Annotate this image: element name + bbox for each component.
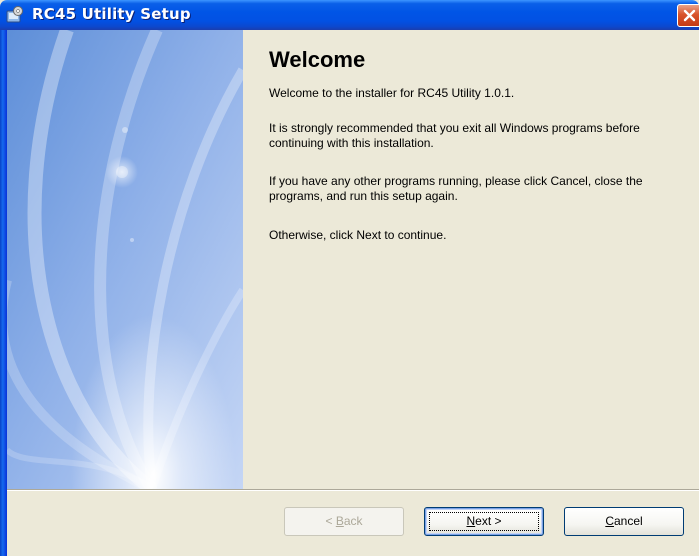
back-button[interactable]: < Back [284, 507, 404, 536]
cancel-instruction-text: If you have any other programs running, … [269, 174, 643, 203]
setup-app-icon [6, 6, 24, 24]
welcome-content: Welcome Welcome to the installer for RC4… [243, 30, 699, 489]
setup-window: RC45 Utility Setup Welcome Welcome to th… [0, 0, 699, 556]
page-title: Welcome [269, 47, 366, 72]
window-border-left [0, 30, 7, 556]
cancel-button-mnemonic: C [605, 514, 614, 528]
next-button[interactable]: Next > [424, 507, 544, 536]
focus-ring [429, 512, 539, 531]
cancel-button-label: ancel [613, 514, 643, 528]
close-button[interactable] [677, 4, 699, 27]
back-button-prefix: < [325, 514, 336, 528]
wizard-banner-image [7, 30, 243, 489]
back-button-label: ack [343, 514, 363, 528]
button-separator [7, 489, 699, 491]
close-icon [683, 9, 696, 22]
window-title: RC45 Utility Setup [32, 5, 191, 23]
cancel-button[interactable]: Cancel [564, 507, 684, 536]
title-bar[interactable]: RC45 Utility Setup [0, 0, 699, 30]
welcome-text: Welcome to the installer for RC45 Utilit… [269, 86, 515, 100]
next-instruction-text: Otherwise, click Next to continue. [269, 228, 447, 242]
recommendation-text: It is strongly recommended that you exit… [269, 121, 640, 150]
back-button-mnemonic: B [335, 514, 344, 528]
